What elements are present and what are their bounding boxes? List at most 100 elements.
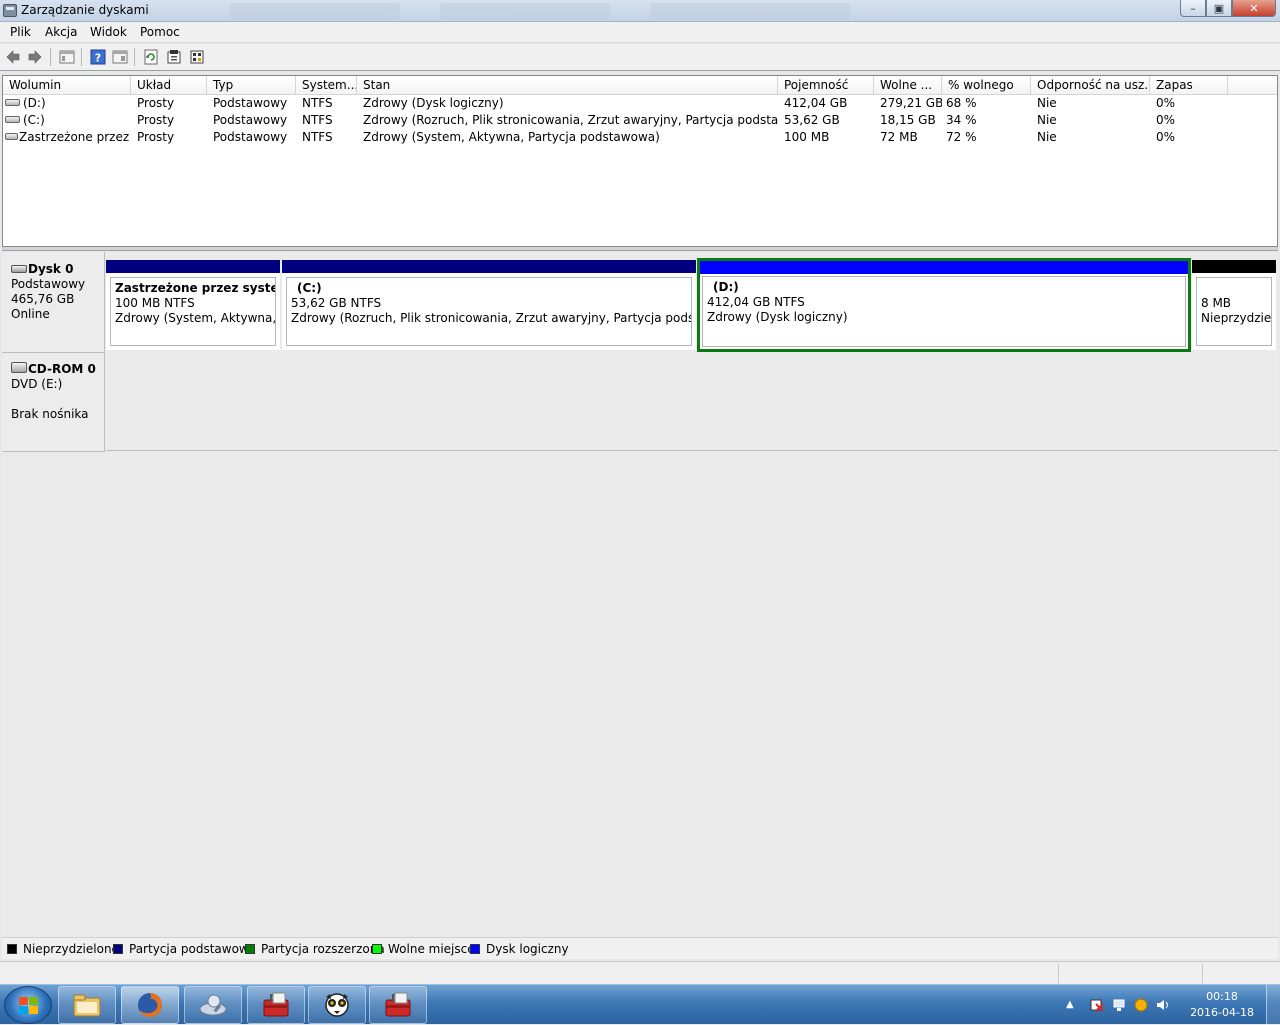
- column-header-capacity[interactable]: Pojemność: [778, 76, 874, 95]
- column-header-layout[interactable]: Układ: [131, 76, 207, 95]
- export-list-icon[interactable]: [189, 49, 205, 65]
- partition-type-bar: [700, 261, 1188, 274]
- partition-c[interactable]: (C:) 53,62 GB NTFS Zdrowy (Rozruch, Plik…: [282, 260, 696, 350]
- action-center-icon[interactable]: [1090, 998, 1104, 1012]
- capacity-cell: 53,62 GB: [784, 113, 840, 127]
- background-windows: [200, 2, 860, 20]
- taskbar-disk-cleanup[interactable]: [184, 986, 242, 1024]
- capacity-cell: 100 MB: [784, 130, 830, 144]
- start-button[interactable]: [4, 986, 52, 1024]
- partition-system-reserved[interactable]: Zastrzeżone przez system 100 MB NTFS Zdr…: [106, 260, 280, 350]
- column-header-percent-free[interactable]: % wolnego: [942, 76, 1031, 95]
- weather-icon[interactable]: [1134, 998, 1148, 1012]
- properties-icon[interactable]: [112, 49, 128, 65]
- column-header-status[interactable]: Stan: [357, 76, 778, 95]
- menu-file[interactable]: Plik: [10, 25, 31, 39]
- legend-swatch: [113, 944, 123, 954]
- column-header-filesystem[interactable]: System...: [296, 76, 357, 95]
- menu-view[interactable]: Widok: [90, 25, 127, 39]
- filesystem-cell: NTFS: [302, 96, 333, 110]
- firefox-icon: [138, 993, 162, 1017]
- cdrom-empty-area[interactable]: [106, 353, 1278, 451]
- toolbox-icon: [385, 992, 411, 1017]
- menu-action[interactable]: Akcja: [45, 25, 77, 39]
- column-header-volume[interactable]: Wolumin: [3, 76, 131, 95]
- clock-time: 00:18: [1206, 990, 1238, 1003]
- toolbar-separator: [134, 48, 135, 66]
- status-pane: [1058, 964, 1202, 983]
- column-header-fault-tolerance[interactable]: Odporność na usz...: [1031, 76, 1150, 95]
- legend: Nieprzydzielone Partycja podstawowa Part…: [2, 937, 1278, 959]
- graphical-disk-view: Dysk 0 Podstawowy 465,76 GB Online Zastr…: [2, 252, 1278, 937]
- column-header-type[interactable]: Typ: [207, 76, 296, 95]
- show-hidden-icons-icon[interactable]: ▲: [1066, 999, 1080, 1013]
- partition-unallocated[interactable]: 8 MB Nieprzydzielc: [1192, 260, 1276, 350]
- partition-d-selected[interactable]: (D:) 412,04 GB NTFS Zdrowy (Dysk logiczn…: [697, 258, 1191, 352]
- free-space-cell: 72 MB: [880, 130, 918, 144]
- free-space-cell: 18,15 GB: [880, 113, 936, 127]
- legend-item: Wolne miejsce: [372, 942, 475, 956]
- filesystem-cell: NTFS: [302, 130, 333, 144]
- column-header-filler: [1228, 76, 1277, 95]
- legend-swatch: [470, 944, 480, 954]
- cd-drive-icon: [11, 362, 27, 373]
- fault-tolerance-cell: Nie: [1037, 130, 1057, 144]
- rescan-icon[interactable]: [166, 49, 182, 65]
- type-cell: Podstawowy: [213, 96, 288, 110]
- refresh-icon[interactable]: [143, 49, 159, 65]
- volume-icon[interactable]: [1156, 998, 1170, 1012]
- back-arrow-icon[interactable]: [5, 49, 21, 65]
- toolbar: ?: [0, 44, 1280, 71]
- forward-arrow-icon[interactable]: [27, 49, 43, 65]
- cdrom-status: Brak nośnika: [11, 407, 89, 421]
- legend-item: Partycja rozszerzona: [245, 942, 385, 956]
- drive-icon: [5, 116, 20, 123]
- lemur-icon: [325, 993, 349, 1017]
- legend-item: Partycja podstawowa: [113, 942, 256, 956]
- taskbar-explorer[interactable]: [58, 986, 116, 1024]
- layout-cell: Prosty: [137, 96, 175, 110]
- clock[interactable]: 00:18 2016-04-18: [1190, 989, 1254, 1021]
- volume-name: (D:): [23, 96, 46, 110]
- drive-icon: [5, 99, 20, 106]
- explorer-icon: [73, 994, 101, 1017]
- clock-date: 2016-04-18: [1190, 1006, 1254, 1019]
- layout-cell: Prosty: [137, 130, 175, 144]
- taskbar-toolbox-1[interactable]: [247, 986, 305, 1024]
- window-title: Zarządzanie dyskami: [21, 3, 149, 17]
- minimize-button[interactable]: –: [1180, 0, 1206, 17]
- taskbar-lemur-app[interactable]: [308, 986, 366, 1024]
- toolbar-separator: [50, 48, 51, 66]
- menu-help[interactable]: Pomoc: [140, 25, 180, 39]
- network-icon[interactable]: [1112, 998, 1126, 1012]
- volume-list[interactable]: Wolumin Układ Typ System... Stan Pojemno…: [2, 75, 1278, 247]
- taskbar-firefox[interactable]: [121, 986, 179, 1024]
- close-button[interactable]: ✕: [1232, 0, 1276, 17]
- system-tray: ▲ 00:18 2016-04-18: [1060, 985, 1280, 1025]
- fault-tolerance-cell: Nie: [1037, 113, 1057, 127]
- cdrom-name: CD-ROM 0: [28, 362, 96, 376]
- capacity-cell: 412,04 GB: [784, 96, 848, 110]
- partition-size: 53,62 GB NTFS: [291, 296, 382, 310]
- legend-swatch: [245, 944, 255, 954]
- help-icon[interactable]: ?: [90, 49, 106, 65]
- taskbar: ▲ 00:18 2016-04-18: [0, 984, 1280, 1025]
- taskbar-toolbox-2[interactable]: [369, 986, 427, 1024]
- console-tree-icon[interactable]: [59, 49, 75, 65]
- disk-0-row: Dysk 0 Podstawowy 465,76 GB Online Zastr…: [2, 252, 1278, 353]
- column-header-overhead[interactable]: Zapas: [1150, 76, 1228, 95]
- legend-label: Dysk logiczny: [486, 942, 569, 956]
- pane-splitter[interactable]: [2, 247, 1278, 251]
- partition-status: Zdrowy (Dysk logiczny): [707, 310, 848, 324]
- window-titlebar[interactable]: Zarządzanie dyskami – ▣ ✕: [0, 0, 1280, 22]
- column-header-free-space[interactable]: Wolne ...: [874, 76, 942, 95]
- cdrom-0-label[interactable]: CD-ROM 0 DVD (E:) Brak nośnika: [2, 353, 105, 452]
- partition-title: (D:): [713, 280, 739, 294]
- maximize-button[interactable]: ▣: [1206, 0, 1232, 17]
- overhead-cell: 0%: [1156, 96, 1176, 110]
- disk-0-label[interactable]: Dysk 0 Podstawowy 465,76 GB Online: [2, 252, 105, 353]
- legend-swatch: [372, 944, 382, 954]
- hard-disk-icon: [11, 264, 27, 273]
- status-bar: [0, 961, 1280, 984]
- show-desktop-button[interactable]: [1266, 985, 1280, 1025]
